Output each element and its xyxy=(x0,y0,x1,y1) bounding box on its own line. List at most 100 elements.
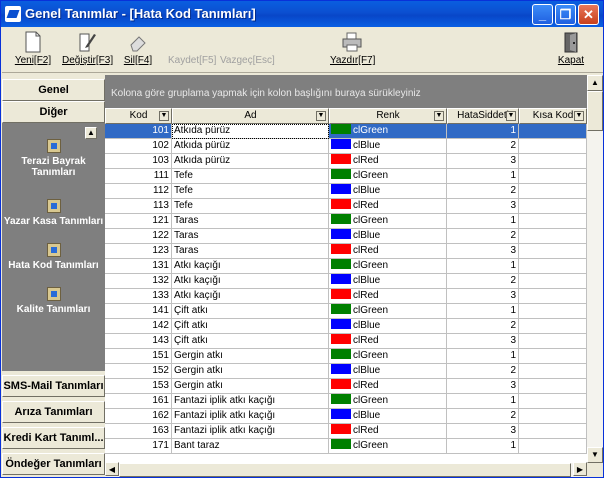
cell-ad[interactable]: Taras xyxy=(172,214,329,229)
table-row[interactable]: 141 Çift atkı clGreen 1 xyxy=(105,304,587,319)
table-row[interactable]: 103 Atkıda pürüz clRed 3 xyxy=(105,154,587,169)
group-by-panel[interactable]: Kolona göre gruplama yapmak için kolon b… xyxy=(105,75,587,108)
table-row[interactable]: 133 Atkı kaçığı clRed 3 xyxy=(105,289,587,304)
cell-kod[interactable]: 142 xyxy=(105,319,172,334)
cell-ad[interactable]: Fantazi iplik atkı kaçığı xyxy=(172,409,329,424)
cell-ad[interactable]: Tefe xyxy=(172,199,329,214)
cell-kisa-kod[interactable] xyxy=(519,349,587,364)
dropdown-arrow-icon[interactable]: ▼ xyxy=(159,111,169,121)
cell-kod[interactable]: 132 xyxy=(105,274,172,289)
sidebar-group-genel[interactable]: Genel xyxy=(2,79,105,101)
cell-kisa-kod[interactable] xyxy=(519,409,587,424)
cell-hatasiddeti[interactable]: 3 xyxy=(447,244,519,259)
cell-kod[interactable]: 123 xyxy=(105,244,172,259)
cell-kisa-kod[interactable] xyxy=(519,289,587,304)
cell-ad[interactable]: Gergin atkı xyxy=(172,349,329,364)
close-button[interactable]: Kapat xyxy=(554,29,588,71)
cell-kod[interactable]: 143 xyxy=(105,334,172,349)
scroll-right-icon[interactable]: ▶ xyxy=(573,462,587,476)
cell-renk[interactable]: clRed xyxy=(329,199,447,214)
cell-ad[interactable]: Fantazi iplik atkı kaçığı xyxy=(172,424,329,439)
cell-hatasiddeti[interactable]: 2 xyxy=(447,274,519,289)
dropdown-arrow-icon[interactable]: ▼ xyxy=(574,111,584,121)
cell-kod[interactable]: 151 xyxy=(105,349,172,364)
cell-renk[interactable]: clRed xyxy=(329,379,447,394)
cell-hatasiddeti[interactable]: 3 xyxy=(447,424,519,439)
cancel-button[interactable]: Vazgeç[Esc] xyxy=(220,29,275,71)
cell-kod[interactable]: 131 xyxy=(105,259,172,274)
cell-hatasiddeti[interactable]: 3 xyxy=(447,334,519,349)
cell-kisa-kod[interactable] xyxy=(519,274,587,289)
cell-kod[interactable]: 102 xyxy=(105,139,172,154)
scroll-down-icon[interactable]: ▼ xyxy=(587,447,603,463)
table-row[interactable]: 153 Gergin atkı clRed 3 xyxy=(105,379,587,394)
cell-kisa-kod[interactable] xyxy=(519,334,587,349)
cell-ad[interactable]: Tefe xyxy=(172,169,329,184)
cell-hatasiddeti[interactable]: 3 xyxy=(447,154,519,169)
vertical-scrollbar[interactable]: ▲ ▼ xyxy=(587,75,603,463)
cell-kod[interactable]: 133 xyxy=(105,289,172,304)
cell-kisa-kod[interactable] xyxy=(519,379,587,394)
table-row[interactable]: 111 Tefe clGreen 1 xyxy=(105,169,587,184)
cell-hatasiddeti[interactable]: 3 xyxy=(447,199,519,214)
cell-kod[interactable]: 113 xyxy=(105,199,172,214)
cell-hatasiddeti[interactable]: 1 xyxy=(447,124,519,139)
cell-renk[interactable]: clBlue xyxy=(329,319,447,334)
cell-hatasiddeti[interactable]: 2 xyxy=(447,229,519,244)
cell-renk[interactable]: clGreen xyxy=(329,394,447,409)
cell-kod[interactable]: 103 xyxy=(105,154,172,169)
cell-ad[interactable]: Atkıda pürüz xyxy=(172,154,329,169)
cell-hatasiddeti[interactable]: 1 xyxy=(447,304,519,319)
cell-renk[interactable]: clBlue xyxy=(329,229,447,244)
cell-ad[interactable]: Atkıda pürüz xyxy=(172,139,329,154)
cell-renk[interactable]: clGreen xyxy=(329,304,447,319)
cell-hatasiddeti[interactable]: 2 xyxy=(447,184,519,199)
table-row[interactable]: 143 Çift atkı clRed 3 xyxy=(105,334,587,349)
table-row[interactable]: 122 Taras clBlue 2 xyxy=(105,229,587,244)
sidebar-group-diger[interactable]: Diğer xyxy=(2,101,105,123)
table-row[interactable]: 131 Atkı kaçığı clGreen 1 xyxy=(105,259,587,274)
column-header-ad[interactable]: Ad ▼ xyxy=(172,108,329,124)
table-row[interactable]: 152 Gergin atkı clBlue 2 xyxy=(105,364,587,379)
cell-ad[interactable]: Fantazi iplik atkı kaçığı xyxy=(172,394,329,409)
cell-hatasiddeti[interactable]: 1 xyxy=(447,439,519,454)
cell-ad[interactable]: Atkı kaçığı xyxy=(172,259,329,274)
cell-hatasiddeti[interactable]: 1 xyxy=(447,214,519,229)
cell-ad[interactable]: Gergin atkı xyxy=(172,364,329,379)
save-button[interactable]: Kaydet[F5] xyxy=(168,29,216,71)
table-row[interactable]: 142 Çift atkı clBlue 2 xyxy=(105,319,587,334)
cell-hatasiddeti[interactable]: 1 xyxy=(447,394,519,409)
cell-kisa-kod[interactable] xyxy=(519,229,587,244)
cell-kod[interactable]: 122 xyxy=(105,229,172,244)
cell-kod[interactable]: 162 xyxy=(105,409,172,424)
column-header-hatasiddeti[interactable]: HataSiddeti ▼ xyxy=(447,108,519,124)
sidebar-group-ondeger[interactable]: Öndeğer Tanımları xyxy=(2,453,105,475)
cell-hatasiddeti[interactable]: 2 xyxy=(447,139,519,154)
cell-kod[interactable]: 171 xyxy=(105,439,172,454)
cell-kisa-kod[interactable] xyxy=(519,199,587,214)
table-row[interactable]: 113 Tefe clRed 3 xyxy=(105,199,587,214)
cell-ad[interactable]: Çift atkı xyxy=(172,334,329,349)
cell-kod[interactable]: 112 xyxy=(105,184,172,199)
scroll-thumb[interactable] xyxy=(587,91,603,131)
cell-kisa-kod[interactable] xyxy=(519,124,587,139)
sidebar-group-ariza[interactable]: Arıza Tanımları xyxy=(2,401,105,423)
cell-kisa-kod[interactable] xyxy=(519,154,587,169)
dropdown-arrow-icon[interactable]: ▼ xyxy=(506,111,516,121)
cell-hatasiddeti[interactable]: 1 xyxy=(447,259,519,274)
new-button[interactable]: Yeni[F2] xyxy=(14,29,52,71)
cell-ad[interactable]: Çift atkı xyxy=(172,304,329,319)
cell-renk[interactable]: clGreen xyxy=(329,214,447,229)
cell-hatasiddeti[interactable]: 2 xyxy=(447,409,519,424)
cell-hatasiddeti[interactable]: 3 xyxy=(447,289,519,304)
cell-ad[interactable]: Atkı kaçığı xyxy=(172,289,329,304)
cell-kod[interactable]: 152 xyxy=(105,364,172,379)
table-row[interactable]: 171 Bant taraz clGreen 1 xyxy=(105,439,587,454)
cell-kisa-kod[interactable] xyxy=(519,139,587,154)
cell-kisa-kod[interactable] xyxy=(519,424,587,439)
cell-kisa-kod[interactable] xyxy=(519,394,587,409)
cell-kisa-kod[interactable] xyxy=(519,184,587,199)
print-button[interactable]: Yazdır[F7] xyxy=(330,29,375,71)
restore-button[interactable]: ❐ xyxy=(555,4,576,25)
cell-kisa-kod[interactable] xyxy=(519,169,587,184)
